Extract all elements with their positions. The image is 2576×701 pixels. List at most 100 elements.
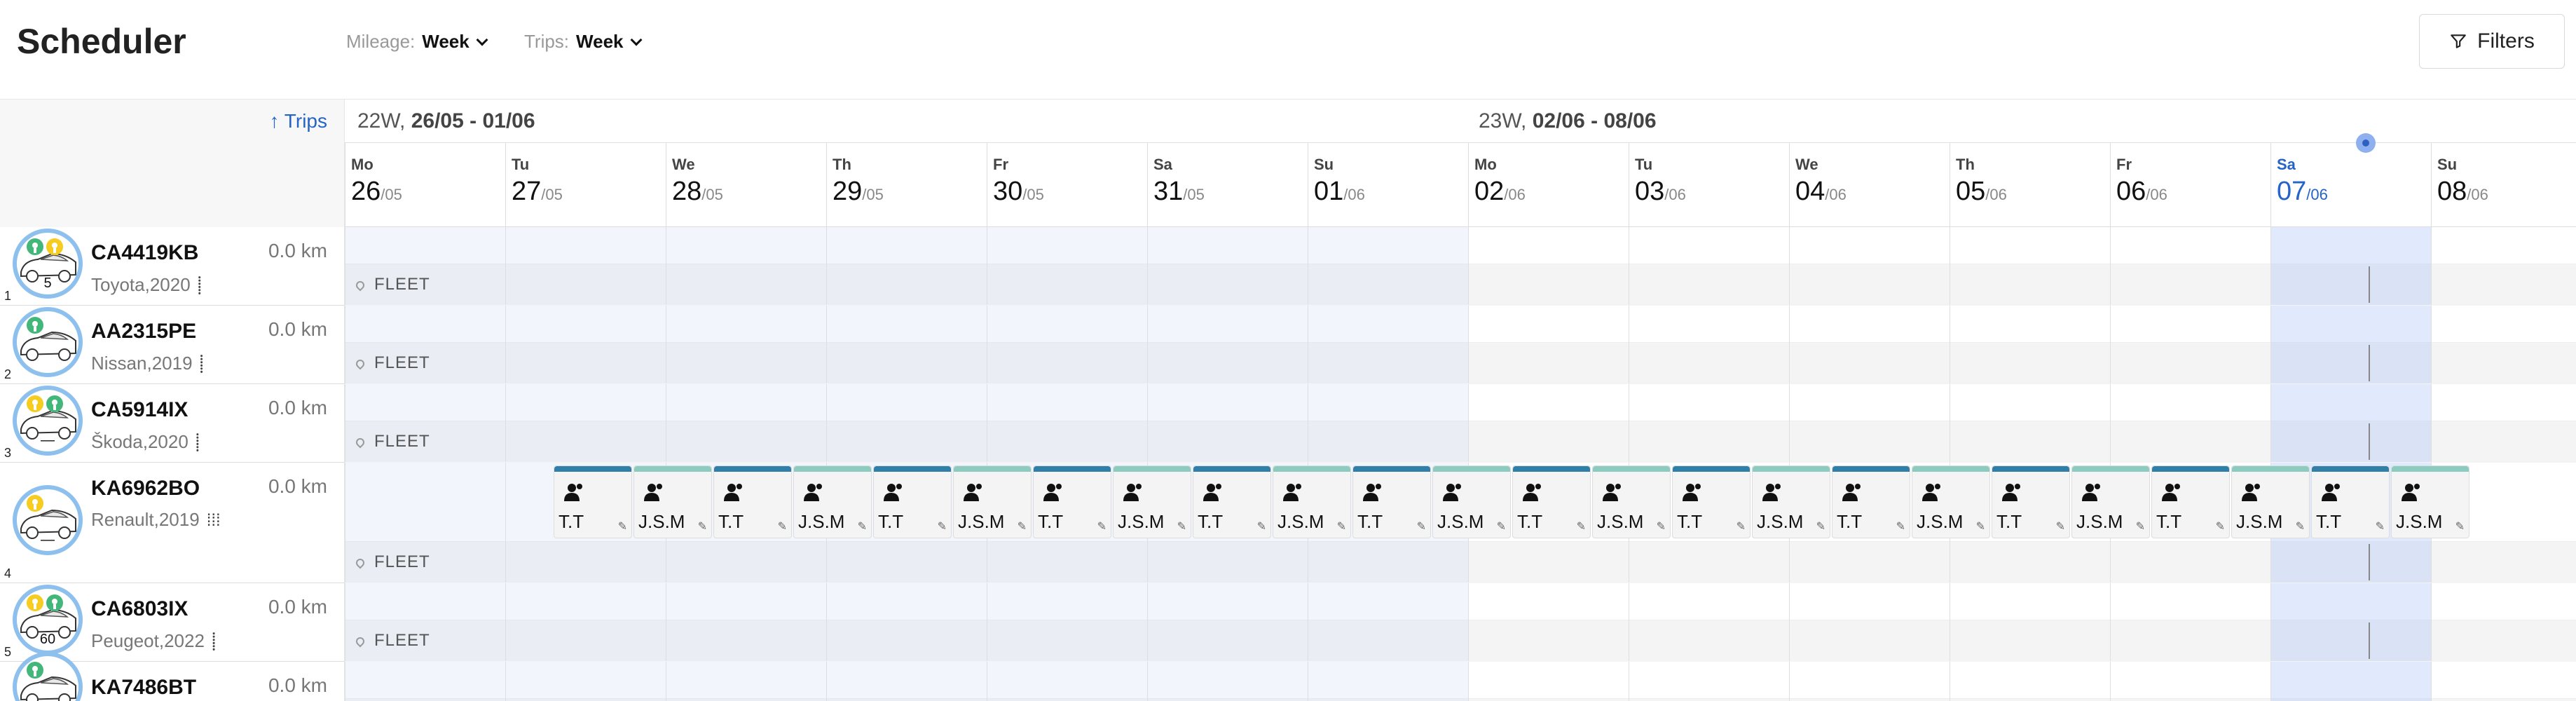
day-header-tu-27[interactable]: Tu 27/05: [505, 143, 666, 227]
vehicle-row[interactable]: FLEET — 3 CA5914IX 0.0 km Škoda,2020 ⸽: [0, 384, 2576, 463]
trip-block[interactable]: J.S.M ✎: [1113, 465, 1191, 538]
day-header-we-28[interactable]: We 28/05: [666, 143, 826, 227]
edit-icon[interactable]: ✎: [1657, 519, 1666, 533]
day-header-mo-02[interactable]: Mo 02/06: [1468, 143, 1629, 227]
trip-block[interactable]: J.S.M ✎: [2071, 465, 2150, 538]
trip-block[interactable]: T.T ✎: [713, 465, 792, 538]
driver-initials: J.S.M: [2076, 511, 2123, 532]
driver-icon: [1603, 484, 1621, 501]
day-header-th-29[interactable]: Th 29/05: [826, 143, 987, 227]
trip-block[interactable]: J.S.M ✎: [633, 465, 712, 538]
edit-icon[interactable]: ✎: [1337, 519, 1346, 533]
trip-block[interactable]: T.T ✎: [1992, 465, 2070, 538]
driver-initials: J.S.M: [638, 511, 685, 532]
location-label: FLEET: [354, 275, 430, 294]
trip-block[interactable]: T.T ✎: [554, 465, 632, 538]
vehicle-row[interactable]: FLEET 2 AA2315PE 0.0 km Nissan,2019 ⸽: [0, 306, 2576, 384]
trips-value: Week: [576, 31, 624, 52]
day-header-tu-03[interactable]: Tu 03/06: [1629, 143, 1789, 227]
past-week-shade: [345, 384, 1468, 462]
trip-block[interactable]: J.S.M ✎: [793, 465, 872, 538]
current-time-marker[interactable]: [2356, 133, 2376, 153]
vehicle-plate[interactable]: CA5914IX: [91, 398, 188, 422]
day-header-fr-30[interactable]: Fr 30/05: [987, 143, 1147, 227]
trip-block[interactable]: J.S.M ✎: [953, 465, 1032, 538]
trip-block[interactable]: J.S.M ✎: [2391, 465, 2469, 538]
edit-icon[interactable]: ✎: [1577, 519, 1586, 533]
vehicle-plate[interactable]: KA6962BO: [91, 477, 200, 501]
grid-line: [1789, 583, 1790, 661]
edit-icon[interactable]: ✎: [1018, 519, 1027, 533]
trips-selector[interactable]: Trips: Week: [524, 31, 642, 53]
edit-icon[interactable]: ✎: [618, 519, 627, 533]
filters-button[interactable]: Filters: [2419, 14, 2565, 69]
mileage-selector[interactable]: Mileage: Week: [346, 31, 488, 53]
edit-icon[interactable]: ✎: [858, 519, 867, 533]
edit-icon[interactable]: ✎: [2216, 519, 2225, 533]
edit-icon[interactable]: ✎: [778, 519, 787, 533]
vehicle-info[interactable]: 60 5 CA6803IX 0.0 km Peugeot,2022 ⸽: [0, 583, 345, 661]
day-header-sa-31[interactable]: Sa 31/05: [1147, 143, 1308, 227]
trip-block[interactable]: J.S.M ✎: [1912, 465, 1990, 538]
trip-block[interactable]: T.T ✎: [1832, 465, 1910, 538]
edit-icon[interactable]: ✎: [1257, 519, 1266, 533]
vehicle-info[interactable]: 5 1 CA4419KB 0.0 km Toyota,2020 ⸽: [0, 227, 345, 305]
edit-icon[interactable]: ✎: [1736, 519, 1746, 533]
edit-icon[interactable]: ✎: [1497, 519, 1506, 533]
vehicle-plate[interactable]: CA4419KB: [91, 241, 198, 265]
trips-sort-button[interactable]: ↑ Trips: [0, 100, 345, 143]
trip-block[interactable]: J.S.M ✎: [1273, 465, 1351, 538]
trip-block[interactable]: T.T ✎: [873, 465, 952, 538]
edit-icon[interactable]: ✎: [2376, 519, 2385, 533]
vehicle-row[interactable]: FLEET 60 5 CA6803IX 0.0 km Peugeot,2022 ⸽: [0, 583, 2576, 662]
edit-icon[interactable]: ✎: [1177, 519, 1186, 533]
vehicle-row[interactable]: FLEET T.T ✎ J.S.M ✎ T.T ✎ J.S.M ✎ T.T ✎ J.S.M ✎ T.T ✎ J…: [0, 463, 2576, 583]
edit-icon[interactable]: ✎: [1816, 519, 1825, 533]
vehicle-plate[interactable]: CA6803IX: [91, 597, 188, 621]
driver-initials: T.T: [1996, 511, 2022, 532]
trip-block[interactable]: T.T ✎: [1672, 465, 1751, 538]
vehicle-info[interactable]: — 3 CA5914IX 0.0 km Škoda,2020 ⸽: [0, 384, 345, 462]
vehicle-plate[interactable]: AA2315PE: [91, 320, 196, 343]
vehicle-row[interactable]: FLEET 5 1 CA4419KB 0.0 km Toyota,2020 ⸽: [0, 227, 2576, 306]
edit-icon[interactable]: ✎: [1417, 519, 1426, 533]
trip-block[interactable]: T.T ✎: [2311, 465, 2390, 538]
edit-icon[interactable]: ✎: [2056, 519, 2065, 533]
edit-icon[interactable]: ✎: [698, 519, 707, 533]
vehicle-row[interactable]: 6KA7486BT0.0 km: [0, 652, 2576, 701]
vehicle-plate[interactable]: KA7486BT: [91, 676, 196, 700]
day-header-su-08[interactable]: Su 08/06: [2431, 143, 2576, 227]
trip-status-bar: [954, 466, 1031, 472]
day-header-we-04[interactable]: We 04/06: [1789, 143, 1950, 227]
grid-line: [505, 306, 506, 383]
driver-initials: T.T: [1198, 511, 1224, 532]
day-header-su-01[interactable]: Su 01/06: [1308, 143, 1468, 227]
edit-icon[interactable]: ✎: [2455, 519, 2465, 533]
trip-block[interactable]: T.T ✎: [1033, 465, 1111, 538]
edit-icon[interactable]: ✎: [1896, 519, 1905, 533]
edit-icon[interactable]: ✎: [2136, 519, 2145, 533]
day-header-sa-07[interactable]: Sa 07/06: [2270, 143, 2431, 227]
edit-icon[interactable]: ✎: [1097, 519, 1107, 533]
edit-icon[interactable]: ✎: [2296, 519, 2305, 533]
trip-block[interactable]: J.S.M ✎: [2231, 465, 2310, 538]
day-header-fr-06[interactable]: Fr 06/06: [2110, 143, 2270, 227]
past-week-shade: [345, 306, 1468, 383]
trip-block[interactable]: J.S.M ✎: [1432, 465, 1511, 538]
vehicle-info[interactable]: 2 AA2315PE 0.0 km Nissan,2019 ⸽: [0, 306, 345, 383]
trip-block[interactable]: T.T ✎: [1193, 465, 1271, 538]
vehicle-info[interactable]: — 4 KA6962BO 0.0 km Renault,2019 ⁞⁞⁞: [0, 463, 345, 583]
trip-block[interactable]: J.S.M ✎: [1592, 465, 1671, 538]
trip-status-bar: [1673, 466, 1750, 472]
trip-block[interactable]: T.T ✎: [1352, 465, 1431, 538]
trip-block[interactable]: T.T ✎: [2151, 465, 2230, 538]
edit-icon[interactable]: ✎: [938, 519, 947, 533]
trip-block[interactable]: J.S.M ✎: [1752, 465, 1830, 538]
day-header-mo-26[interactable]: Mo 26/05: [345, 143, 505, 227]
day-header-th-05[interactable]: Th 05/06: [1950, 143, 2110, 227]
driver-icon: [2002, 484, 2020, 501]
vehicle-info[interactable]: 6KA7486BT0.0 km: [0, 652, 345, 701]
trip-status-bar: [714, 466, 791, 472]
edit-icon[interactable]: ✎: [1976, 519, 1985, 533]
trip-block[interactable]: T.T ✎: [1512, 465, 1591, 538]
